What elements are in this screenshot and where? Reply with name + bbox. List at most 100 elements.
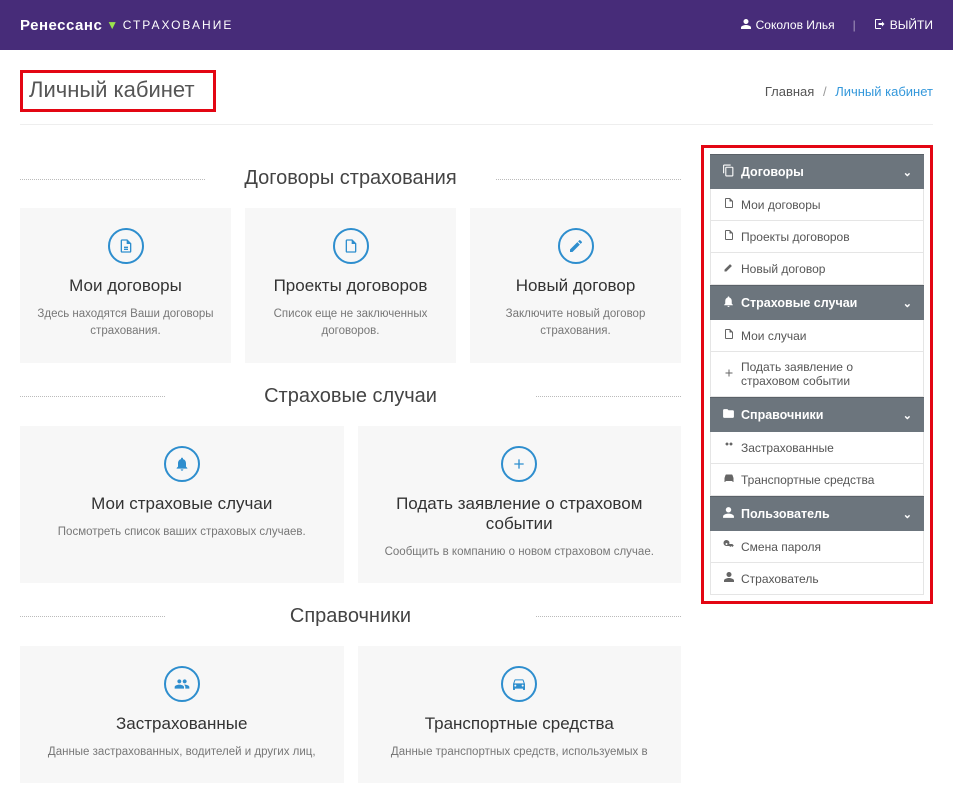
logo[interactable]: Ренессанс ▼ СТРАХОВАНИЕ [20, 17, 233, 34]
car-icon [723, 472, 735, 487]
card-desc: Список еще не заключенных договоров. [259, 306, 442, 341]
header-user-area: Соколов Илья | ВЫЙТИ [740, 18, 933, 33]
sidebar-item-draft-contracts[interactable]: Проекты договоров [710, 221, 924, 253]
brand-triangle-icon: ▼ [106, 18, 118, 32]
card-vehicles[interactable]: Транспортные средства Данные транспортны… [358, 646, 682, 783]
key-icon [723, 539, 735, 554]
person-icon [723, 571, 735, 586]
card-my-cases[interactable]: Мои страховые случаи Посмотреть список в… [20, 426, 344, 583]
card-title: Проекты договоров [259, 276, 442, 296]
card-desc: Здесь находятся Ваши договоры страховани… [34, 306, 217, 341]
card-desc: Заключите новый договор страхования. [484, 306, 667, 341]
cards-contracts: Мои договоры Здесь находятся Ваши догово… [20, 208, 681, 363]
cards-cases: Мои страховые случаи Посмотреть список в… [20, 426, 681, 583]
sidebar-group-label: Страховые случаи [741, 296, 857, 310]
user-link[interactable]: Соколов Илья [740, 18, 835, 33]
card-insured[interactable]: Застрахованные Данные застрахованных, во… [20, 646, 344, 783]
sidebar-item-label: Проекты договоров [741, 230, 850, 244]
section-title-contracts: Договоры страхования [20, 167, 681, 190]
sidebar-group-contracts[interactable]: Договоры ⌄ [710, 154, 924, 189]
sidebar-group-cases[interactable]: Страховые случаи ⌄ [710, 285, 924, 320]
users-icon [164, 666, 200, 702]
sidebar-group-label: Справочники [741, 408, 823, 422]
header: Ренессанс ▼ СТРАХОВАНИЕ Соколов Илья | В… [0, 0, 953, 50]
chevron-down-icon: ⌄ [903, 166, 912, 179]
logout-icon [874, 18, 886, 33]
file-icon [723, 197, 735, 212]
sidebar-highlight: Договоры ⌄ Мои договоры Проекты договоро… [701, 145, 933, 604]
sidebar-item-label: Транспортные средства [741, 473, 874, 487]
card-title: Новый договор [484, 276, 667, 296]
sidebar-group-refs[interactable]: Справочники ⌄ [710, 397, 924, 432]
user-name: Соколов Илья [756, 18, 835, 32]
page-title: Личный кабинет [29, 77, 195, 103]
cards-refs: Застрахованные Данные застрахованных, во… [20, 646, 681, 783]
sidebar-item-label: Мои договоры [741, 198, 821, 212]
logout-link[interactable]: ВЫЙТИ [874, 18, 933, 33]
breadcrumb-current[interactable]: Личный кабинет [835, 84, 933, 99]
users-icon [723, 440, 735, 455]
folder-icon [722, 407, 735, 423]
card-desc: Данные транспортных средств, используемы… [372, 744, 668, 761]
card-title: Мои страховые случаи [34, 494, 330, 514]
chevron-down-icon: ⌄ [903, 409, 912, 422]
plus-icon [501, 446, 537, 482]
sidebar-item-change-password[interactable]: Смена пароля [710, 531, 924, 563]
card-new-case[interactable]: Подать заявление о страховом событии Соо… [358, 426, 682, 583]
card-new-contract[interactable]: Новый договор Заключите новый договор ст… [470, 208, 681, 363]
card-desc: Посмотреть список ваших страховых случае… [34, 524, 330, 541]
section-title-cases: Страховые случаи [20, 385, 681, 408]
sidebar-item-label: Мои случаи [741, 329, 806, 343]
sidebar-group-user[interactable]: Пользователь ⌄ [710, 496, 924, 531]
edit-icon [723, 261, 735, 276]
sidebar-item-label: Подать заявление о страховом событии [741, 360, 911, 388]
sidebar-group-label: Договоры [741, 165, 804, 179]
brand-name: Ренессанс [20, 17, 102, 34]
sidebar-item-label: Застрахованные [741, 441, 834, 455]
card-title: Подать заявление о страховом событии [372, 494, 668, 534]
logout-label: ВЫЙТИ [890, 18, 933, 32]
card-draft-contracts[interactable]: Проекты договоров Список еще не заключен… [245, 208, 456, 363]
card-my-contracts[interactable]: Мои договоры Здесь находятся Ваши догово… [20, 208, 231, 363]
bell-icon [164, 446, 200, 482]
copy-icon [722, 164, 735, 180]
section-title-refs: Справочники [20, 605, 681, 628]
car-icon [501, 666, 537, 702]
file-icon [108, 228, 144, 264]
breadcrumb-root[interactable]: Главная [765, 84, 814, 99]
divider: | [853, 18, 856, 32]
sidebar-item-label: Страхователь [741, 572, 819, 586]
card-title: Застрахованные [34, 714, 330, 734]
page-title-highlight: Личный кабинет [20, 70, 216, 112]
chevron-down-icon: ⌄ [903, 297, 912, 310]
breadcrumb-sep: / [823, 84, 827, 99]
sidebar-group-label: Пользователь [741, 507, 830, 521]
edit-icon [558, 228, 594, 264]
card-title: Мои договоры [34, 276, 217, 296]
sidebar-item-insured[interactable]: Застрахованные [710, 432, 924, 464]
card-desc: Данные застрахованных, водителей и други… [34, 744, 330, 761]
main-content: Договоры страхования Мои договоры Здесь … [20, 145, 681, 783]
page-header: Личный кабинет Главная / Личный кабинет [20, 70, 933, 125]
user-icon [722, 506, 735, 522]
plus-icon [723, 367, 735, 382]
sidebar-item-label: Смена пароля [741, 540, 821, 554]
sidebar-item-insurer[interactable]: Страхователь [710, 563, 924, 595]
card-title: Транспортные средства [372, 714, 668, 734]
file-outline-icon [723, 229, 735, 244]
sidebar-item-my-cases[interactable]: Мои случаи [710, 320, 924, 352]
bell-icon [722, 295, 735, 311]
card-desc: Сообщить в компанию о новом страховом сл… [372, 544, 668, 561]
breadcrumb: Главная / Личный кабинет [765, 84, 933, 99]
brand-sub: СТРАХОВАНИЕ [123, 18, 234, 32]
file-icon [723, 328, 735, 343]
sidebar-item-new-case[interactable]: Подать заявление о страховом событии [710, 352, 924, 397]
file-outline-icon [333, 228, 369, 264]
chevron-down-icon: ⌄ [903, 508, 912, 521]
user-icon [740, 18, 752, 33]
sidebar: Договоры ⌄ Мои договоры Проекты договоро… [710, 154, 924, 595]
sidebar-item-vehicles[interactable]: Транспортные средства [710, 464, 924, 496]
sidebar-item-label: Новый договор [741, 262, 825, 276]
sidebar-item-new-contract[interactable]: Новый договор [710, 253, 924, 285]
sidebar-item-my-contracts[interactable]: Мои договоры [710, 189, 924, 221]
